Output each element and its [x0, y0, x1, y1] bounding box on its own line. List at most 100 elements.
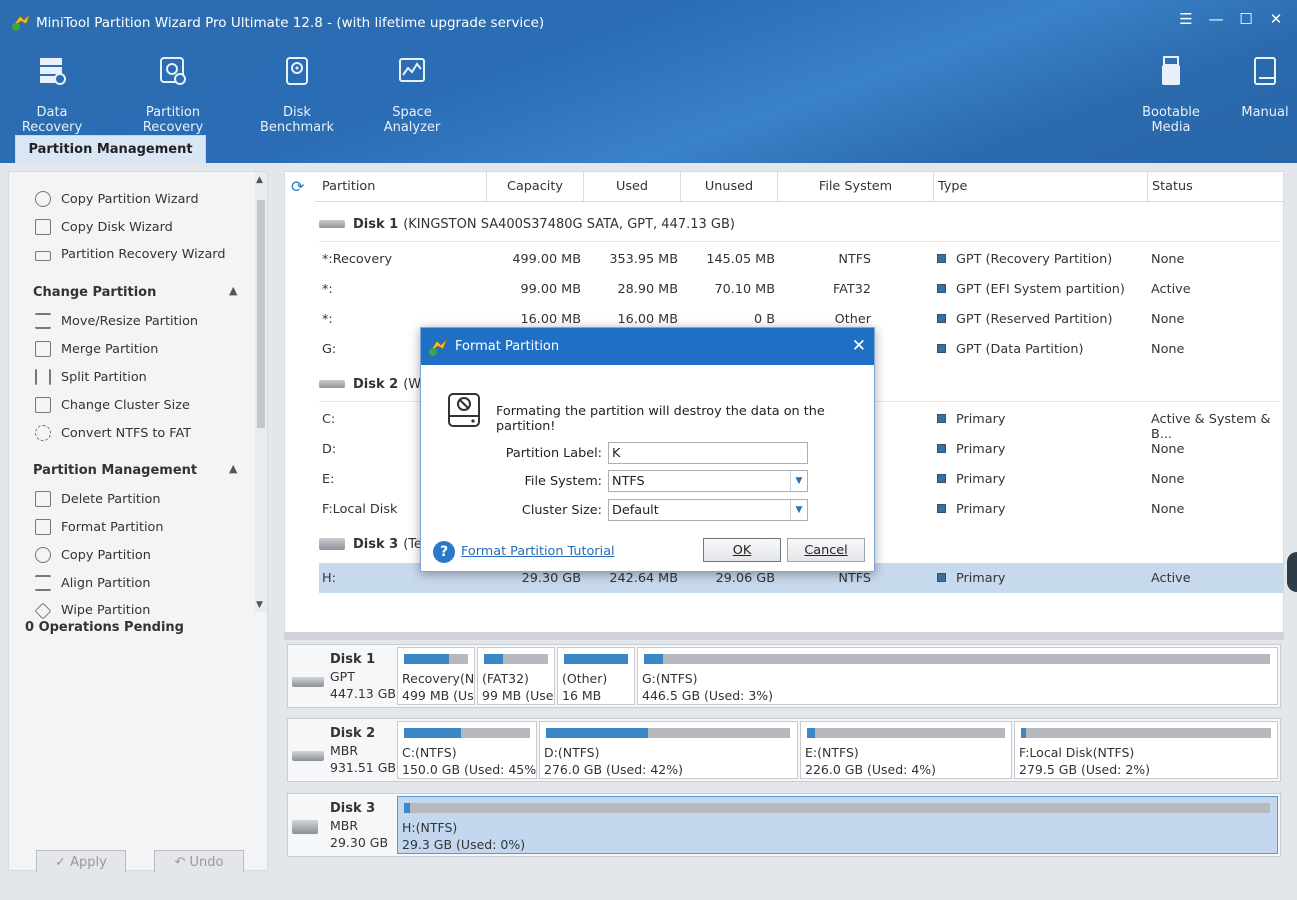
usage-bar: [484, 654, 548, 664]
table-row[interactable]: *:Recovery 499.00 MB 353.95 MB 145.05 MB…: [319, 244, 1284, 274]
disk-map-label: Disk 3 MBR 29.30 GB: [288, 794, 396, 856]
partition-block[interactable]: D:(NTFS) 276.0 GB (Used: 42%): [539, 721, 798, 779]
chevron-down-icon[interactable]: ▼: [790, 500, 807, 520]
col-used[interactable]: Used: [584, 172, 681, 202]
disk-header-row[interactable]: Disk 1 (KINGSTON SA400S37480G SATA, GPT, …: [319, 209, 735, 239]
copy-disk-wizard-icon: [35, 219, 51, 235]
dialog-title-bar: Format Partition: [421, 328, 874, 365]
undo-button[interactable]: ↶ Undo: [154, 850, 244, 874]
change-cluster-size[interactable]: Change Cluster Size: [35, 397, 190, 413]
partition-block[interactable]: Recovery(NT 499 MB (Usi: [397, 647, 475, 705]
side-panel-handle[interactable]: [1287, 552, 1297, 592]
bootable-media-icon: [1162, 56, 1180, 85]
col-type[interactable]: Type: [934, 172, 1148, 202]
copy-partition-wizard[interactable]: Copy Partition Wizard: [35, 191, 199, 207]
format-partition[interactable]: Format Partition: [35, 519, 164, 535]
copy-partition[interactable]: Copy Partition: [35, 547, 151, 563]
disk-map-disk1[interactable]: Disk 1 GPT 447.13 GB Recovery(NT 499 MB …: [287, 644, 1281, 708]
partition-management-heading[interactable]: Partition Management ▲: [33, 462, 237, 478]
disk-benchmark-icon: [286, 57, 308, 85]
usage-bar: [644, 654, 1270, 664]
copy-disk-wizard[interactable]: Copy Disk Wizard: [35, 219, 173, 235]
move-resize-partition[interactable]: Move/Resize Partition: [35, 313, 198, 329]
collapse-caret-icon[interactable]: ▲: [229, 462, 237, 475]
wipe-partition[interactable]: Wipe Partition: [34, 602, 150, 619]
bootable-media-label: Bootable Media: [1142, 105, 1200, 135]
disk-icon: [319, 380, 345, 388]
change-partition-heading[interactable]: Change Partition ▲: [33, 284, 237, 300]
partition-recovery-wizard[interactable]: Partition Recovery Wizard: [35, 247, 225, 262]
partition-block[interactable]: E:(NTFS) 226.0 GB (Used: 4%): [800, 721, 1012, 779]
usage-bar: [546, 728, 790, 738]
partition-block[interactable]: (FAT32) 99 MB (Use: [477, 647, 555, 705]
partition-block[interactable]: (Other) 16 MB: [557, 647, 635, 705]
menu-icon[interactable]: ☰: [1175, 8, 1197, 30]
table-row[interactable]: *: 99.00 MB 28.90 MB 70.10 MB FAT32 GPT …: [319, 274, 1284, 304]
dialog-close-icon[interactable]: ✕: [852, 336, 866, 356]
cluster-size-select[interactable]: Default ▼: [608, 499, 808, 521]
manual-button[interactable]: Manual: [1240, 55, 1290, 120]
partition-label-caption: Partition Label:: [505, 446, 602, 461]
space-analyzer-icon: [399, 58, 425, 82]
disk-header-row[interactable]: Disk 3 (Tecl: [319, 529, 433, 559]
convert-ntfs-to-fat[interactable]: Convert NTFS to FAT: [35, 425, 191, 441]
format-tutorial-link[interactable]: Format Partition Tutorial: [461, 544, 615, 559]
panel-splitter[interactable]: [284, 632, 1284, 640]
col-status[interactable]: Status: [1148, 172, 1284, 202]
partition-recovery-icon: [160, 57, 186, 85]
space-analyzer-label: Space Analyzer: [383, 105, 441, 135]
partition-block-selected[interactable]: H:(NTFS) 29.3 GB (Used: 0%): [397, 796, 1278, 854]
ok-button[interactable]: OK: [703, 538, 781, 562]
usage-bar: [404, 728, 530, 738]
app-logo-icon: [428, 338, 448, 356]
minimize-button[interactable]: —: [1205, 8, 1227, 30]
scroll-down-icon[interactable]: ▼: [256, 600, 263, 610]
partition-block[interactable]: F:Local Disk(NTFS) 279.5 GB (Used: 2%): [1014, 721, 1278, 779]
split-partition[interactable]: Split Partition: [35, 369, 147, 385]
chevron-down-icon[interactable]: ▼: [790, 471, 807, 491]
partition-block[interactable]: C:(NTFS) 150.0 GB (Used: 45%): [397, 721, 537, 779]
left-action-panel: Copy Partition Wizard Copy Disk Wizard P…: [8, 171, 268, 874]
partition-type-icon: [937, 344, 946, 353]
col-partition[interactable]: Partition: [315, 172, 487, 202]
partition-type-icon: [937, 504, 946, 513]
apply-button[interactable]: ✓ Apply: [36, 850, 126, 874]
eraser-icon: [34, 602, 52, 619]
cancel-button[interactable]: Cancel: [787, 538, 865, 562]
partition-recovery-button[interactable]: Partition Recovery: [120, 55, 226, 135]
disk-benchmark-button[interactable]: Disk Benchmark: [251, 55, 343, 135]
delete-partition[interactable]: Delete Partition: [35, 491, 160, 507]
partition-block[interactable]: G:(NTFS) 446.5 GB (Used: 3%): [637, 647, 1278, 705]
tab-partition-management[interactable]: Partition Management: [15, 135, 206, 163]
usb-disk-icon: [292, 820, 318, 834]
disk-map-disk2[interactable]: Disk 2 MBR 931.51 GB C:(NTFS) 150.0 GB (…: [287, 718, 1281, 782]
col-file-system[interactable]: File System: [778, 172, 934, 202]
align-icon: [35, 575, 51, 591]
left-panel-scrollbar[interactable]: ▲ ▼: [255, 172, 267, 612]
merge-partition[interactable]: Merge Partition: [35, 341, 158, 357]
disk-icon: [319, 220, 345, 228]
maximize-button[interactable]: ☐: [1235, 8, 1257, 30]
data-recovery-button[interactable]: Data Recovery: [10, 55, 94, 135]
collapse-caret-icon[interactable]: ▲: [229, 284, 237, 297]
scroll-up-icon[interactable]: ▲: [256, 175, 263, 185]
col-capacity[interactable]: Capacity: [487, 172, 584, 202]
disk-map-label: Disk 2 MBR 931.51 GB: [288, 719, 396, 781]
usage-bar: [404, 654, 468, 664]
disk-warning-icon: [448, 393, 480, 427]
dialog-title: Format Partition: [455, 339, 560, 354]
partition-label-input[interactable]: K: [608, 442, 808, 464]
help-icon[interactable]: ?: [433, 541, 455, 563]
refresh-icon[interactable]: ⟳: [291, 178, 309, 196]
close-button[interactable]: ✕: [1265, 8, 1287, 30]
scrollbar-thumb[interactable]: [257, 200, 265, 428]
file-system-select[interactable]: NTFS ▼: [608, 470, 808, 492]
merge-icon: [35, 341, 51, 357]
align-partition[interactable]: Align Partition: [35, 575, 151, 591]
usage-bar: [404, 803, 1270, 813]
format-partition-dialog: Format Partition ✕ Formating the partiti…: [420, 327, 875, 572]
bootable-media-button[interactable]: Bootable Media: [1124, 55, 1218, 135]
space-analyzer-button[interactable]: Space Analyzer: [368, 55, 456, 135]
disk-map-disk3[interactable]: Disk 3 MBR 29.30 GB H:(NTFS) 29.3 GB (Us…: [287, 793, 1281, 857]
col-unused[interactable]: Unused: [681, 172, 778, 202]
